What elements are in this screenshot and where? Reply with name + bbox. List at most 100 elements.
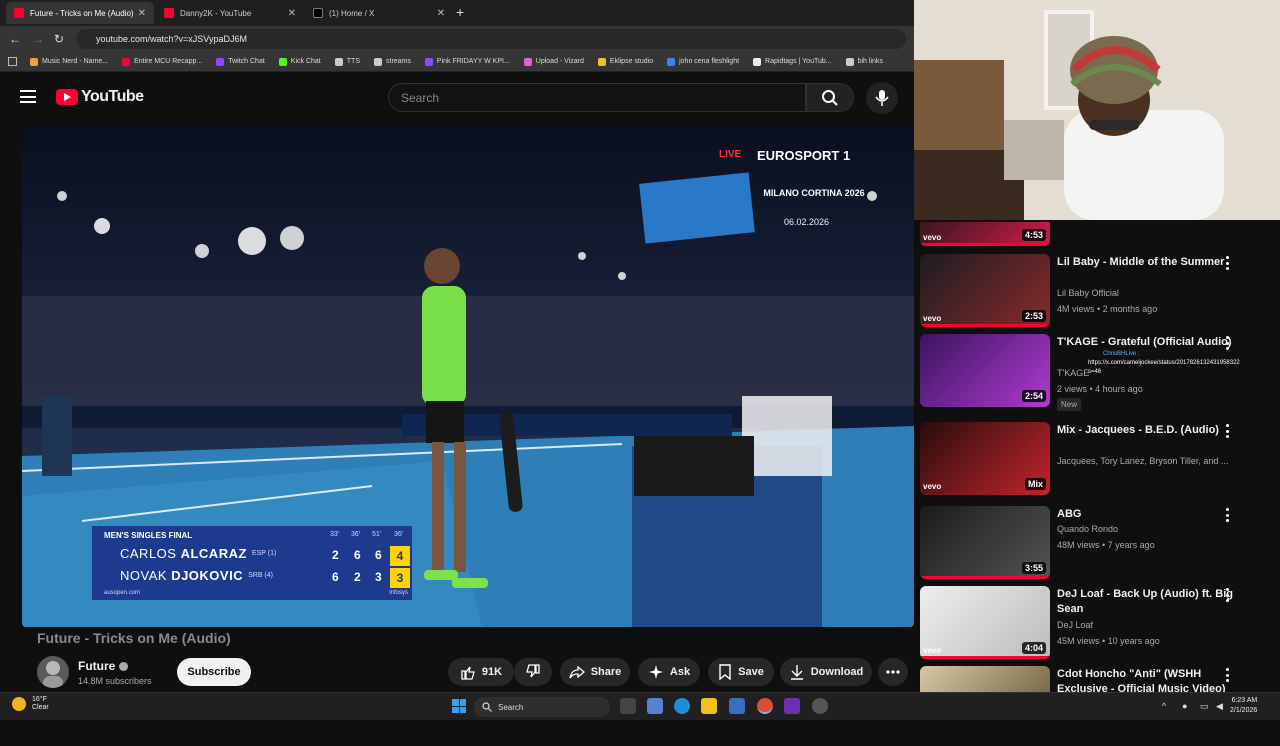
video-thumbnail[interactable] (920, 666, 1050, 692)
task-view-icon[interactable] (620, 698, 636, 714)
player-row: CARLOS ALCARAZ ESP (1) (120, 546, 276, 561)
event-date: 06.02.2026 (784, 217, 830, 227)
bookmark-item[interactable]: bih links (845, 57, 883, 66)
moon-weather-icon (12, 697, 26, 711)
copilot-icon[interactable] (647, 698, 663, 714)
volume-icon[interactable]: ◀ (1216, 701, 1223, 712)
microphone-icon[interactable]: ● (1182, 701, 1187, 711)
bookmark-item[interactable]: TTS (334, 57, 360, 66)
recommended-video-title[interactable]: T'KAGE - Grateful (Official Audio) (1057, 335, 1237, 350)
player-seed: ESP (1) (251, 550, 277, 557)
youtube-logo[interactable]: YouTube (56, 88, 144, 106)
bookmark-item[interactable]: streams (374, 57, 411, 66)
recommended-video-title[interactable]: ABG (1057, 507, 1237, 522)
bookmark-label: TTS (346, 58, 360, 65)
tab-danny2k[interactable]: Danny2K - YouTube ✕ (156, 2, 304, 24)
taskbar-search[interactable]: Search (474, 697, 610, 717)
video-thumbnail[interactable]: vevo 2:53 (920, 254, 1050, 327)
chrome-icon[interactable] (757, 698, 773, 714)
like-button[interactable]: 91K (448, 658, 514, 686)
tab-x-home[interactable]: (1) Home / X ✕ (305, 2, 453, 24)
more-vertical-icon[interactable] (1224, 668, 1230, 682)
recommended-video[interactable]: vevo 2:53 Lil Baby - Middle of the Summer L… (920, 254, 1280, 334)
weather-widget[interactable]: 16°F Clear (12, 696, 49, 712)
more-vertical-icon[interactable] (1224, 508, 1230, 522)
bookmark-favicon-icon (753, 57, 762, 66)
voice-search-button[interactable] (866, 82, 898, 114)
recommended-video[interactable]: 3:55 ABG Quando Rondo 48M views • 7 years a… (920, 506, 1280, 586)
forward-arrow-icon[interactable]: → (32, 32, 44, 46)
more-vertical-icon[interactable] (1224, 588, 1230, 602)
back-arrow-icon[interactable]: ← (9, 32, 21, 46)
dislike-button[interactable] (514, 658, 552, 686)
start-button[interactable] (452, 699, 466, 713)
apps-grid-icon[interactable] (8, 57, 17, 66)
bookmark-item[interactable]: john cena fleshlight (667, 57, 739, 66)
bookmark-item[interactable]: Upload - Vizard (523, 57, 584, 66)
menu-icon[interactable] (20, 90, 36, 103)
more-actions-button[interactable] (878, 658, 908, 686)
share-button[interactable]: Share (560, 658, 630, 686)
address-bar[interactable]: youtube.com/watch?v=xJSVypaDJ6M (76, 29, 906, 49)
channel-avatar[interactable] (37, 656, 69, 688)
recommended-video-title[interactable]: DeJ Loaf - Back Up (Audio) ft. Big Sean (1057, 587, 1237, 617)
close-tab-icon[interactable]: ✕ (437, 8, 445, 19)
video-thumbnail[interactable]: vevo 4:53 (920, 222, 1050, 246)
search-input[interactable]: Search (388, 83, 806, 112)
edge-icon[interactable] (674, 698, 690, 714)
bookmark-item[interactable]: Entire MCU Recapp... (122, 57, 202, 66)
recommended-video[interactable]: vevo Mix Mix - Jacquees - B.E.D. (Audio) Ja… (920, 422, 1280, 502)
close-tab-icon[interactable]: ✕ (288, 8, 296, 19)
bookmark-item[interactable]: Eklipse studio (597, 57, 653, 66)
subscribe-button[interactable]: Subscribe (177, 658, 251, 686)
tab-title: (1) Home / X (329, 8, 375, 18)
new-tab-button[interactable]: + (456, 4, 464, 20)
current-game-score: 4 (390, 546, 410, 566)
next-app-icon[interactable] (784, 698, 800, 714)
x-icon (313, 8, 323, 18)
reload-icon[interactable]: ↻ (54, 32, 64, 46)
video-thumbnail[interactable]: vevo Mix (920, 422, 1050, 495)
download-icon (790, 665, 803, 680)
app-icon[interactable] (812, 698, 828, 714)
store-icon[interactable] (729, 698, 745, 714)
search-button[interactable] (806, 83, 854, 112)
video-thumbnail[interactable]: 3:55 (920, 506, 1050, 579)
recommended-channel-name[interactable]: DeJ Loaf (1057, 620, 1237, 630)
download-button[interactable]: Download (780, 658, 872, 686)
video-thumbnail[interactable]: vevo 4:04 (920, 586, 1050, 659)
recommended-video-title[interactable]: Lil Baby - Middle of the Summer (1057, 255, 1237, 270)
recommended-video-meta: 2 views • 4 hours ago (1057, 384, 1143, 394)
subscriber-count: 14.8M subscribers (78, 676, 152, 686)
recommended-channel-name[interactable]: Quando Rondo (1057, 524, 1237, 534)
channel-name[interactable]: Future (78, 659, 129, 673)
chevron-up-icon[interactable]: ^ (1162, 701, 1166, 711)
video-player[interactable]: LIVE EUROSPORT 1 MILANO CORTINA 2026 06.… (22, 126, 914, 627)
bookmark-item[interactable]: Kick Chat (278, 57, 321, 66)
recommended-video[interactable]: vevo 4:04 DeJ Loaf - Back Up (Audio) ft. B… (920, 586, 1280, 666)
save-button[interactable]: Save (708, 658, 774, 686)
bookmark-item[interactable]: Rapidtags | YouTub... (753, 57, 832, 66)
file-explorer-icon[interactable] (701, 698, 717, 714)
more-vertical-icon[interactable] (1224, 424, 1230, 438)
bookmark-label: streams (386, 58, 411, 65)
recommended-video-title[interactable]: Mix - Jacquees - B.E.D. (Audio) (1057, 423, 1237, 438)
webcam-overlay (914, 0, 1280, 220)
video-duration: 4:53 (1021, 229, 1046, 241)
ask-button[interactable]: Ask (638, 658, 700, 686)
bookmark-item[interactable]: Twitch Chat (216, 57, 265, 66)
more-vertical-icon[interactable] (1224, 256, 1230, 270)
recommended-channel-name[interactable]: Lil Baby Official (1057, 288, 1237, 298)
taskbar-search-label: Search (498, 702, 524, 712)
more-vertical-icon[interactable] (1224, 336, 1230, 350)
windows-taskbar: 16°F Clear Search ^ ● ▭ ◀ 6:23 AM 2/1/20… (0, 692, 1280, 720)
tab-future[interactable]: Future - Tricks on Me (Audio) - ✕ (6, 2, 154, 24)
bookmark-item[interactable]: Pink FRIDAYY W KPI... (424, 57, 510, 66)
network-icon[interactable]: ▭ (1200, 701, 1209, 712)
bookmark-item[interactable]: Music Nerd - Name... (30, 57, 108, 66)
close-tab-icon[interactable]: ✕ (138, 8, 146, 19)
system-clock[interactable]: 6:23 AM 2/1/2026 (1230, 696, 1257, 716)
video-thumbnail[interactable]: 2:54 (920, 334, 1050, 407)
recommended-channel-name[interactable]: Jacquees, Tory Lanez, Bryson Tiller, and… (1057, 456, 1237, 466)
live-badge: LIVE (719, 149, 742, 160)
